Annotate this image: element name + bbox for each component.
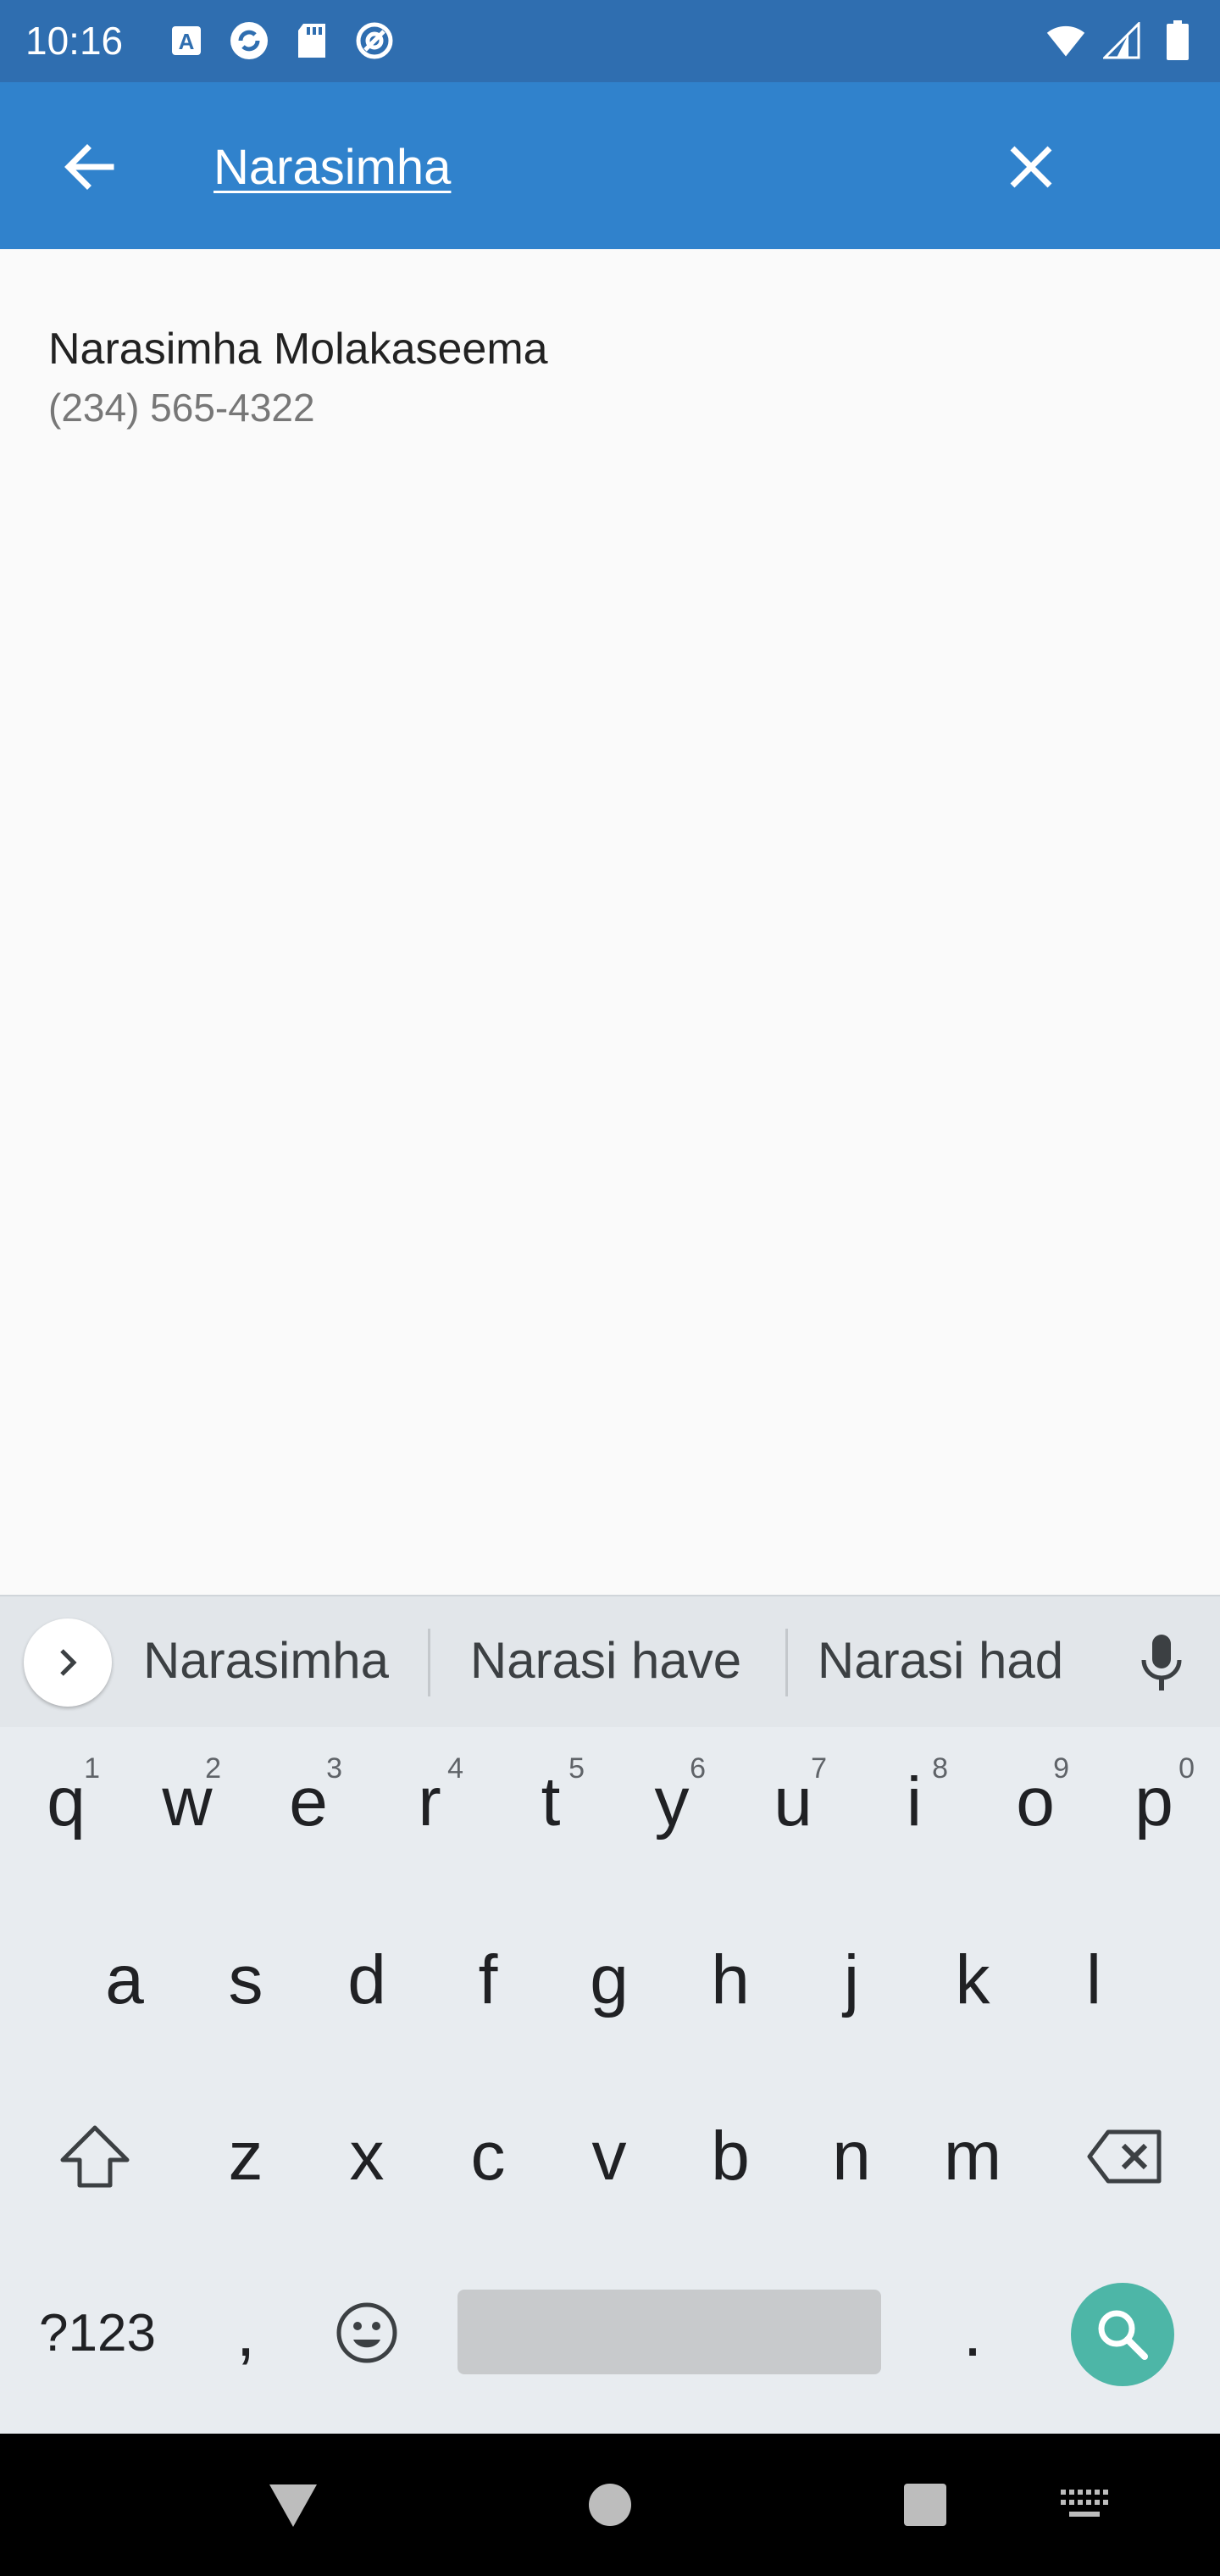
key-j[interactable]: j	[792, 1908, 911, 2052]
key-hint: 6	[690, 1752, 706, 1785]
arrow-left-icon	[64, 144, 114, 190]
suggestion-bar: Narasimha Narasi have Narasi had	[0, 1595, 1220, 1727]
battery-icon	[1157, 20, 1198, 61]
search-app-bar	[0, 82, 1220, 249]
key-hint: 4	[447, 1752, 463, 1785]
symbols-key[interactable]: ?123	[25, 2261, 169, 2405]
suggestion-1[interactable]: Narasimha	[139, 1630, 393, 1691]
key-hint: 3	[326, 1752, 342, 1785]
sync-icon	[229, 20, 269, 61]
key-hint: 5	[568, 1752, 585, 1785]
at-circle-icon	[354, 20, 395, 61]
key-hint: 8	[932, 1752, 948, 1785]
home-circle-icon	[589, 2484, 631, 2526]
space-key[interactable]	[458, 2290, 881, 2374]
key-q[interactable]: q1	[7, 1730, 125, 1874]
svg-text:A: A	[179, 29, 195, 54]
expand-toolbar-button[interactable]	[24, 1618, 112, 1707]
recents-square-icon	[904, 2484, 946, 2526]
suggestion-divider	[428, 1629, 430, 1696]
shift-icon	[60, 2125, 130, 2188]
backspace-key[interactable]	[1066, 2085, 1184, 2229]
key-d[interactable]: d	[308, 1908, 426, 2052]
key-m[interactable]: m	[913, 2085, 1032, 2229]
keyboard-icon	[1061, 2490, 1108, 2517]
key-l[interactable]: l	[1034, 1908, 1153, 2052]
status-time: 10:16	[25, 19, 124, 63]
key-hint: 1	[84, 1752, 100, 1785]
signal-icon	[1101, 20, 1142, 61]
key-hint: 7	[811, 1752, 827, 1785]
status-bar: 10:16 A	[0, 0, 1220, 82]
key-g[interactable]: g	[550, 1908, 668, 2052]
key-hint: 9	[1053, 1752, 1069, 1785]
key-w[interactable]: w2	[128, 1730, 247, 1874]
wifi-icon	[1045, 20, 1086, 61]
search-action-key[interactable]	[1071, 2283, 1174, 2386]
nav-recents-button[interactable]	[883, 2462, 968, 2547]
key-u[interactable]: u7	[734, 1730, 852, 1874]
shift-key[interactable]	[36, 2085, 154, 2229]
a-box-icon: A	[166, 20, 207, 61]
emoji-key[interactable]	[308, 2261, 426, 2405]
emoji-icon	[336, 2302, 397, 2363]
period-key[interactable]: .	[913, 2261, 1032, 2405]
key-p[interactable]: p0	[1095, 1730, 1213, 1874]
key-a[interactable]: a	[65, 1908, 184, 2052]
suggestion-2[interactable]: Narasi have	[462, 1630, 750, 1691]
key-h[interactable]: h	[671, 1908, 790, 2052]
comma-key[interactable]: ,	[186, 2261, 305, 2405]
key-z[interactable]: z	[186, 2085, 305, 2229]
key-f[interactable]: f	[429, 1908, 547, 2052]
sd-card-icon	[291, 20, 332, 61]
key-r[interactable]: r4	[370, 1730, 489, 1874]
nav-keyboard-switch-button[interactable]	[1042, 2462, 1127, 2547]
nav-home-button[interactable]	[568, 2462, 652, 2547]
key-hint: 0	[1178, 1752, 1195, 1785]
chevron-right-icon	[60, 1649, 77, 1676]
key-b[interactable]: b	[671, 2085, 790, 2229]
key-s[interactable]: s	[186, 1908, 305, 2052]
backspace-icon	[1087, 2129, 1162, 2184]
contact-name: Narasimha Molakaseema	[48, 325, 548, 374]
system-icons	[1045, 20, 1198, 61]
key-o[interactable]: o9	[976, 1730, 1095, 1874]
key-x[interactable]: x	[308, 2085, 426, 2229]
back-triangle-icon	[269, 2484, 317, 2527]
voice-input-button[interactable]	[1123, 1618, 1200, 1707]
key-hint: 2	[205, 1752, 221, 1785]
key-n[interactable]: n	[792, 2085, 911, 2229]
clear-search-button[interactable]	[984, 120, 1078, 214]
key-e[interactable]: e3	[249, 1730, 368, 1874]
suggestion-3[interactable]: Narasi had	[813, 1630, 1068, 1691]
contact-phone: (234) 565-4322	[48, 386, 315, 430]
key-t[interactable]: t5	[491, 1730, 610, 1874]
key-c[interactable]: c	[429, 2085, 547, 2229]
close-icon	[1010, 146, 1052, 188]
key-k[interactable]: k	[913, 1908, 1032, 2052]
contact-result[interactable]: Narasimha Molakaseema (234) 565-4322	[0, 305, 1220, 458]
key-y[interactable]: y6	[613, 1730, 731, 1874]
search-input[interactable]	[214, 126, 959, 208]
on-screen-keyboard: Narasimha Narasi have Narasi had q1 w2 e…	[0, 1595, 1220, 2434]
mic-icon	[1141, 1635, 1182, 1690]
nav-back-button[interactable]	[251, 2462, 336, 2547]
key-v[interactable]: v	[550, 2085, 668, 2229]
navigation-bar	[0, 2434, 1220, 2576]
notification-icons: A	[166, 20, 395, 61]
search-icon	[1098, 2310, 1148, 2360]
back-button[interactable]	[42, 120, 136, 214]
key-i[interactable]: i8	[855, 1730, 973, 1874]
suggestion-divider	[785, 1629, 788, 1696]
